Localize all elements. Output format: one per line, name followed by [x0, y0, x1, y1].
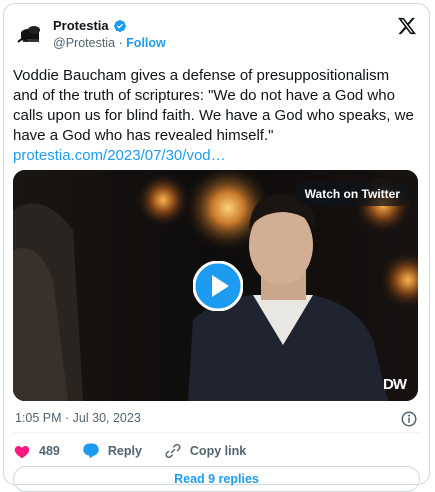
divider	[13, 432, 420, 433]
watch-on-twitter-button[interactable]: Watch on Twitter	[294, 182, 410, 206]
action-bar: 489 Reply Copy link	[13, 441, 268, 461]
tweet-body: Voddie Baucham gives a defense of presup…	[13, 67, 414, 144]
separator: ·	[118, 36, 123, 50]
copy-link-label: Copy link	[189, 444, 247, 458]
tweet-header: Protestia @Protestia · Follow	[13, 14, 420, 54]
tweet-meta: 1:05 PM · Jul 30, 2023	[13, 410, 420, 428]
handle-row: @Protestia · Follow	[53, 36, 166, 50]
handle[interactable]: @Protestia	[53, 36, 115, 50]
avatar-image	[13, 17, 47, 51]
timestamp[interactable]: 1:05 PM · Jul 30, 2023	[15, 411, 141, 425]
tweet-link[interactable]: protestia.com/2023/07/30/vod…	[13, 147, 226, 164]
reply-label: Reply	[107, 444, 142, 458]
tweet-text: Voddie Baucham gives a defense of presup…	[13, 66, 418, 166]
like-button[interactable]: 489	[13, 442, 60, 460]
follow-button[interactable]: Follow	[126, 36, 166, 50]
read-replies-button[interactable]: Read 9 replies	[13, 466, 420, 492]
copy-link-button[interactable]: Copy link	[164, 442, 246, 460]
video-watermark: DW	[383, 376, 407, 393]
like-count: 489	[39, 444, 60, 458]
author-name[interactable]: Protestia	[53, 18, 109, 33]
play-icon[interactable]	[193, 261, 243, 311]
avatar[interactable]	[13, 17, 47, 51]
tweet-card: Protestia @Protestia · Follow Voddie Bau…	[3, 3, 430, 492]
heart-icon	[14, 446, 30, 459]
x-logo-icon[interactable]	[397, 16, 417, 36]
reply-button[interactable]: Reply	[82, 442, 142, 460]
info-icon[interactable]	[400, 410, 418, 428]
link-icon	[165, 443, 181, 459]
reply-icon	[83, 443, 99, 459]
verified-badge-icon	[113, 19, 126, 32]
video-player[interactable]: Watch on Twitter DW	[13, 170, 418, 401]
